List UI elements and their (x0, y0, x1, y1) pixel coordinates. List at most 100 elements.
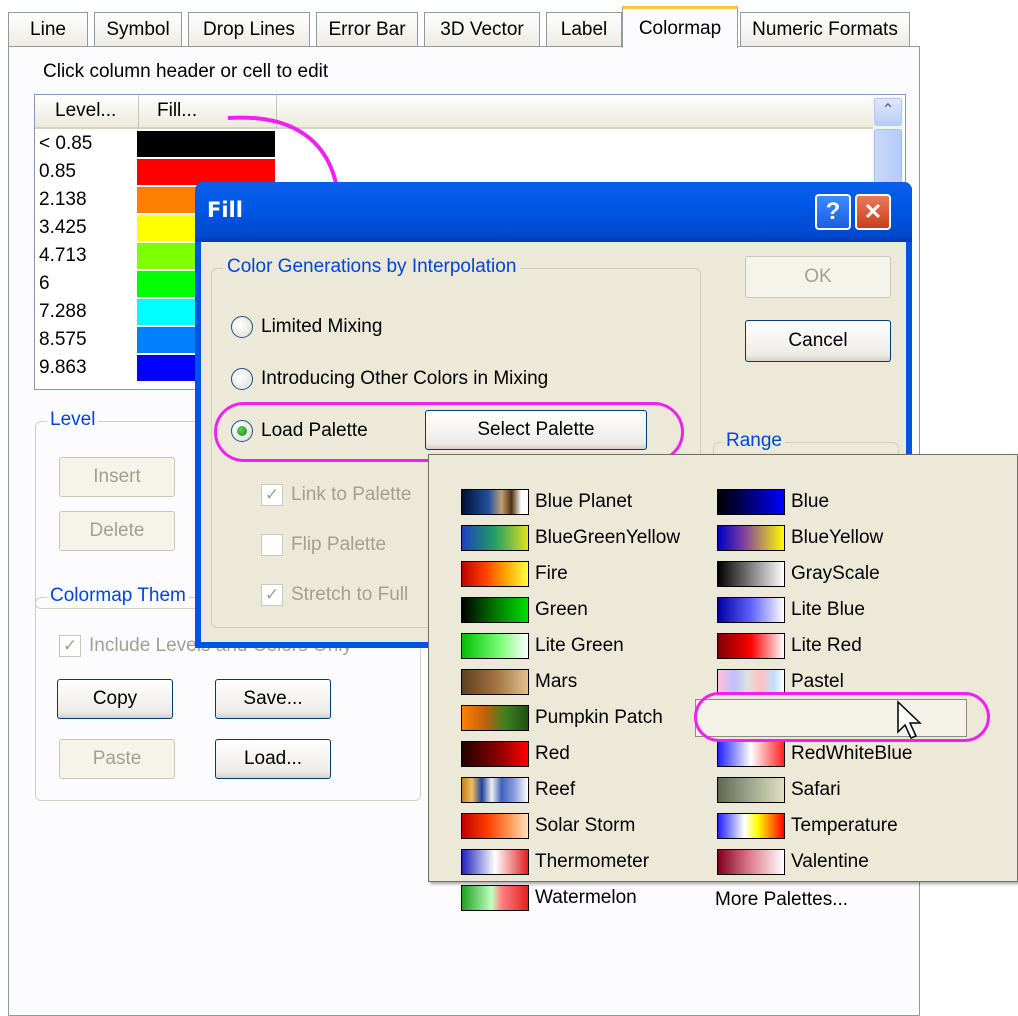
palette-swatch (717, 813, 785, 839)
level-cell[interactable]: 9.863 (39, 357, 87, 381)
palette-swatch (461, 489, 529, 515)
close-icon[interactable]: ✕ (855, 194, 891, 230)
header-filler (277, 95, 877, 129)
palette-item-thermometer[interactable]: Thermometer (461, 845, 649, 879)
tab-3d-vector[interactable]: 3D Vector (424, 12, 540, 46)
palette-swatch (461, 885, 529, 911)
palette-item-blueyellow[interactable]: BlueYellow (717, 521, 883, 555)
palette-item-temperature[interactable]: Temperature (717, 809, 898, 843)
palette-item-valentine[interactable]: Valentine (717, 845, 869, 879)
other-colors-radio[interactable] (231, 368, 253, 390)
level-cell[interactable]: 7.288 (39, 301, 87, 325)
palette-label: Lite Blue (791, 599, 865, 620)
flip-palette-label: Flip Palette (291, 534, 387, 555)
palette-label: BlueYellow (791, 527, 884, 548)
level-cell[interactable]: 3.425 (39, 217, 87, 241)
palette-label: Pumpkin Patch (535, 707, 663, 728)
palette-swatch (717, 633, 785, 659)
fill-dialog-titlebar: Fill ? ✕ (195, 182, 912, 242)
include-levels-checkbox[interactable]: ✓ (59, 635, 81, 657)
palette-item-safari[interactable]: Safari (717, 773, 841, 807)
fill-dialog-title: Fill (207, 198, 243, 222)
tab-label[interactable]: Label (546, 12, 622, 46)
palette-item-reef[interactable]: Reef (461, 773, 575, 807)
palette-label: Green (535, 599, 588, 620)
rainbow-highlight (694, 692, 990, 742)
paste-button[interactable]: Paste (59, 739, 175, 779)
limited-mixing-radio[interactable] (231, 316, 253, 338)
load-button[interactable]: Load... (215, 739, 331, 779)
interpolation-group-title: Color Generations by Interpolation (223, 256, 521, 278)
palette-swatch (717, 489, 785, 515)
palette-item-red[interactable]: Red (461, 737, 570, 771)
palette-swatch (717, 849, 785, 875)
link-to-palette-checkbox[interactable]: ✓ (261, 484, 283, 506)
palette-label: Mars (535, 671, 578, 692)
palette-item-lite-red[interactable]: Lite Red (717, 629, 862, 663)
palette-label: Watermelon (535, 887, 637, 908)
palette-label: Blue Planet (535, 491, 633, 512)
level-cell[interactable]: < 0.85 (39, 133, 92, 157)
palette-label: Safari (791, 779, 841, 800)
stretch-checkbox[interactable]: ✓ (261, 584, 283, 606)
level-group-title: Level (47, 409, 99, 431)
palette-swatch (461, 633, 529, 659)
ok-button[interactable]: OK (745, 256, 891, 298)
palette-item-watermelon[interactable]: Watermelon (461, 881, 637, 915)
level-cell[interactable]: 8.575 (39, 329, 87, 353)
palette-swatch (717, 597, 785, 623)
save-button[interactable]: Save... (215, 679, 331, 719)
palette-item-blue-planet[interactable]: Blue Planet (461, 485, 632, 519)
palette-swatch (461, 777, 529, 803)
stretch-label: Stretch to Full (291, 584, 409, 605)
palette-item-bluegreenyellow[interactable]: BlueGreenYellow (461, 521, 680, 555)
palette-item-lite-blue[interactable]: Lite Blue (717, 593, 865, 627)
colormap-theme-title: Colormap Them (47, 585, 189, 607)
tab-symbol[interactable]: Symbol (94, 12, 182, 46)
level-cell[interactable]: 6 (39, 273, 50, 297)
palette-swatch (461, 669, 529, 695)
tab-drop-lines[interactable]: Drop Lines (188, 12, 310, 46)
palette-item-green[interactable]: Green (461, 593, 588, 627)
palette-item-mars[interactable]: Mars (461, 665, 577, 699)
other-colors-label: Introducing Other Colors in Mixing (261, 368, 549, 389)
palette-label: Lite Red (791, 635, 862, 656)
palette-label: Valentine (791, 851, 869, 872)
palette-item-redwhiteblue[interactable]: RedWhiteBlue (717, 737, 912, 771)
tab-error-bar[interactable]: Error Bar (316, 12, 418, 46)
palette-swatch (461, 561, 529, 587)
insert-button[interactable]: Insert (59, 457, 175, 497)
level-column-header[interactable]: Level... (35, 95, 139, 129)
level-cell[interactable]: 2.138 (39, 189, 87, 213)
palette-label: Solar Storm (535, 815, 636, 836)
palette-swatch (717, 777, 785, 803)
copy-button[interactable]: Copy (57, 679, 173, 719)
palette-swatch (461, 705, 529, 731)
tab-numeric-formats[interactable]: Numeric Formats (740, 12, 910, 46)
palette-swatch (461, 525, 529, 551)
palette-item-pumpkin-patch[interactable]: Pumpkin Patch (461, 701, 663, 735)
load-palette-highlight (214, 402, 684, 462)
palette-label: Blue (791, 491, 830, 512)
palette-swatch (717, 525, 785, 551)
mouse-cursor-icon (897, 700, 922, 739)
palette-label: Lite Green (535, 635, 624, 656)
palette-item-grayscale[interactable]: GrayScale (717, 557, 880, 591)
palette-label: Thermometer (535, 851, 650, 872)
cancel-button[interactable]: Cancel (745, 320, 891, 362)
tab-line[interactable]: Line (8, 12, 88, 46)
tab-colormap[interactable]: Colormap (622, 6, 738, 48)
scroll-up-icon[interactable]: ⌃ (874, 98, 902, 126)
palette-swatch (717, 741, 785, 767)
palette-item-solar-storm[interactable]: Solar Storm (461, 809, 635, 843)
help-icon[interactable]: ? (815, 194, 851, 230)
more-palettes-item[interactable]: More Palettes... (715, 883, 848, 917)
flip-palette-checkbox[interactable] (261, 534, 283, 556)
level-cell[interactable]: 0.85 (39, 161, 76, 185)
limited-mixing-label: Limited Mixing (261, 316, 383, 337)
palette-item-lite-green[interactable]: Lite Green (461, 629, 624, 663)
level-cell[interactable]: 4.713 (39, 245, 87, 269)
delete-button[interactable]: Delete (59, 511, 175, 551)
palette-item-blue[interactable]: Blue (717, 485, 829, 519)
palette-item-fire[interactable]: Fire (461, 557, 568, 591)
